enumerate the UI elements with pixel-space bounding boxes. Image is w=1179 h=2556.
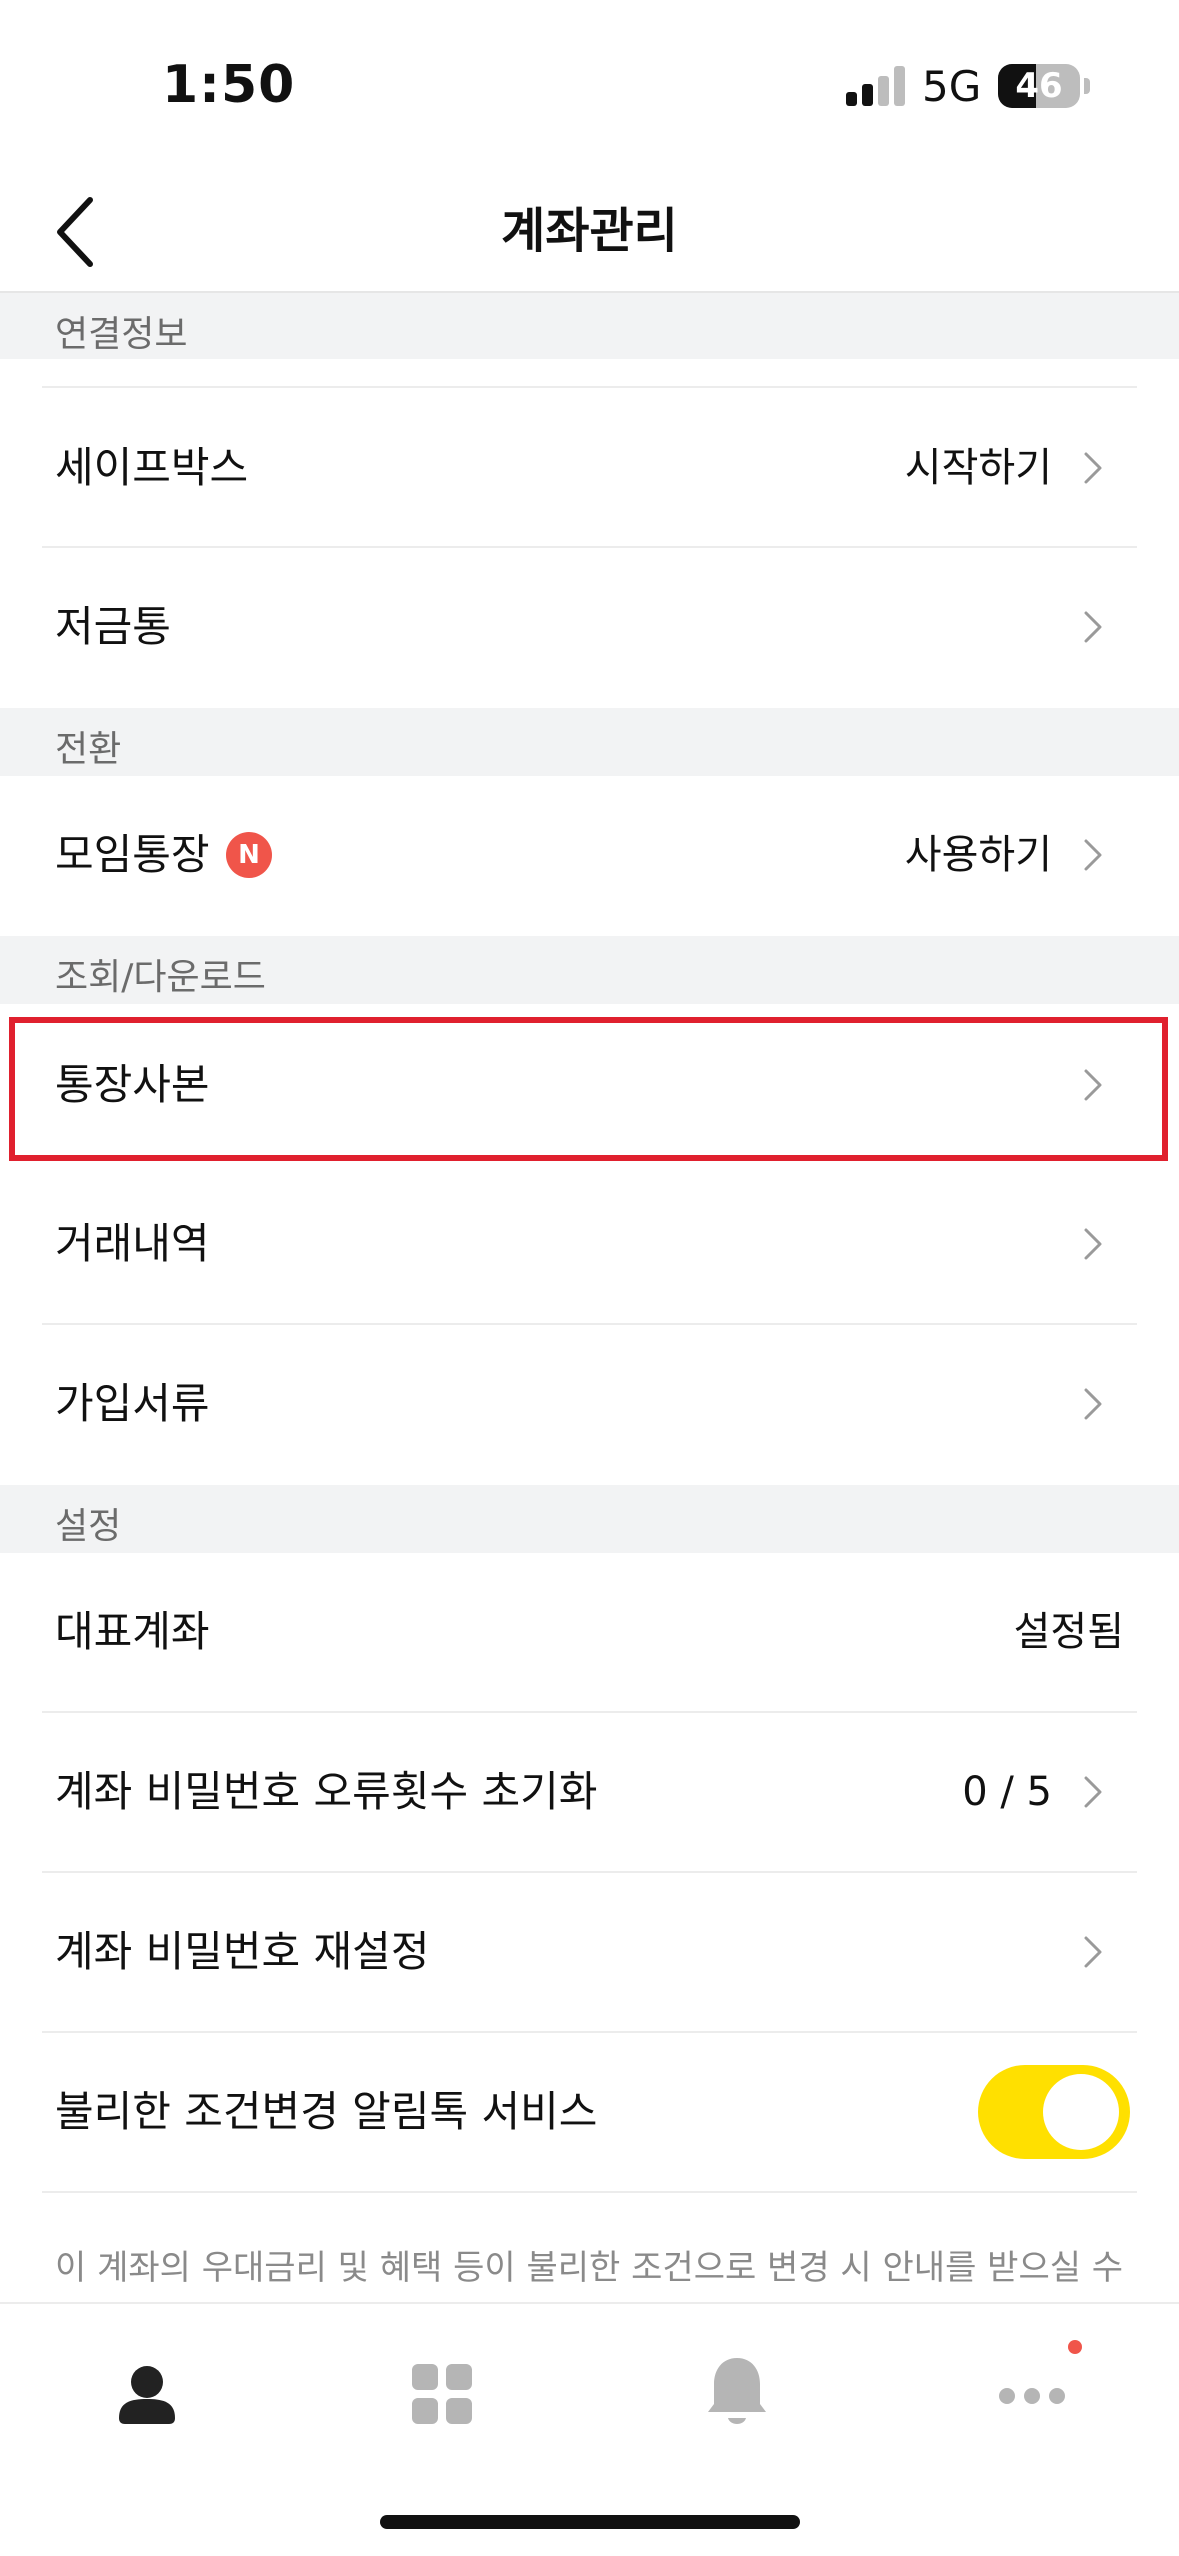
row-piggybank[interactable]: 저금통 [0, 548, 1179, 706]
section-header-settings: 설정 [0, 1485, 1179, 1553]
page-title: 계좌관리 [501, 203, 678, 259]
status-bar: 1:50 5G 46 [0, 0, 1179, 170]
new-badge: N [226, 832, 272, 878]
chevron-left-icon[interactable] [48, 192, 118, 272]
row-label: 계좌 비밀번호 오류횟수 초기화 [55, 1767, 598, 1816]
row-label: 대표계좌 [55, 1607, 210, 1656]
row-passbook-copy[interactable]: 통장사본 [0, 1006, 1179, 1164]
row-label: 모임통장 [55, 830, 210, 879]
section-title: 전환 [55, 729, 122, 770]
chevron-right-icon [1084, 839, 1102, 871]
battery-level: 46 [1015, 66, 1063, 106]
section-title: 설정 [55, 1506, 122, 1547]
chevron-right-icon [1084, 1776, 1102, 1808]
row-main-account: 대표계좌 설정됨 [0, 1553, 1179, 1711]
row-pw-error-reset[interactable]: 계좌 비밀번호 오류횟수 초기화 0 / 5 [0, 1713, 1179, 1871]
signal-icon [846, 66, 908, 106]
row-label: 거래내역 [55, 1219, 210, 1268]
row-label: 가입서류 [55, 1379, 210, 1428]
chevron-right-icon [1084, 611, 1102, 643]
network-type: 5G [922, 62, 982, 111]
row-label: 불리한 조건변경 알림톡 서비스 [55, 2087, 598, 2136]
row-value: 시작하기 [904, 445, 1052, 491]
row-safebox[interactable]: 세이프박스 시작하기 [0, 389, 1179, 547]
section-header-lookup: 조회/다운로드 [0, 936, 1179, 1004]
row-pw-reset[interactable]: 계좌 비밀번호 재설정 [0, 1873, 1179, 2031]
row-value: 사용하기 [904, 832, 1052, 878]
chevron-right-icon [1084, 1388, 1102, 1420]
status-time: 1:50 [162, 55, 296, 115]
divider [42, 386, 1137, 388]
notice-text: 이 계좌의 우대금리 및 혜택 등이 불리한 조건으로 변경 시 안내를 받으실… [55, 2248, 1124, 2288]
chevron-right-icon [1084, 1228, 1102, 1260]
row-label: 통장사본 [55, 1060, 210, 1109]
alert-toggle[interactable] [978, 2065, 1130, 2159]
home-indicator [380, 2515, 800, 2529]
row-signup-docs[interactable]: 가입서류 [0, 1325, 1179, 1483]
chevron-right-icon [1084, 1069, 1102, 1101]
row-group-account[interactable]: 모임통장 N 사용하기 [0, 776, 1179, 934]
chevron-right-icon [1084, 452, 1102, 484]
grid-icon[interactable] [387, 2344, 497, 2444]
row-value: 0 / 5 [962, 1769, 1052, 1815]
notification-dot [1068, 2340, 1082, 2354]
toggle-knob [1043, 2074, 1119, 2150]
person-icon[interactable] [92, 2344, 202, 2444]
section-title: 연결정보 [55, 314, 188, 355]
battery-tip [1084, 78, 1090, 94]
row-label: 세이프박스 [55, 443, 249, 492]
more-dots-icon[interactable] [977, 2344, 1087, 2444]
row-value: 설정됨 [1013, 1609, 1124, 1655]
battery-icon: 46 [998, 64, 1080, 108]
section-header-switch: 전환 [0, 708, 1179, 776]
row-label: 계좌 비밀번호 재설정 [55, 1927, 430, 1976]
nav-bar: 계좌관리 [0, 170, 1179, 293]
bell-icon[interactable] [682, 2344, 792, 2444]
section-title: 조회/다운로드 [55, 957, 266, 998]
section-header-link-info: 연결정보 [0, 293, 1179, 359]
chevron-right-icon [1084, 1936, 1102, 1968]
row-transactions[interactable]: 거래내역 [0, 1165, 1179, 1323]
row-label: 저금통 [55, 602, 171, 651]
divider [42, 2191, 1137, 2193]
